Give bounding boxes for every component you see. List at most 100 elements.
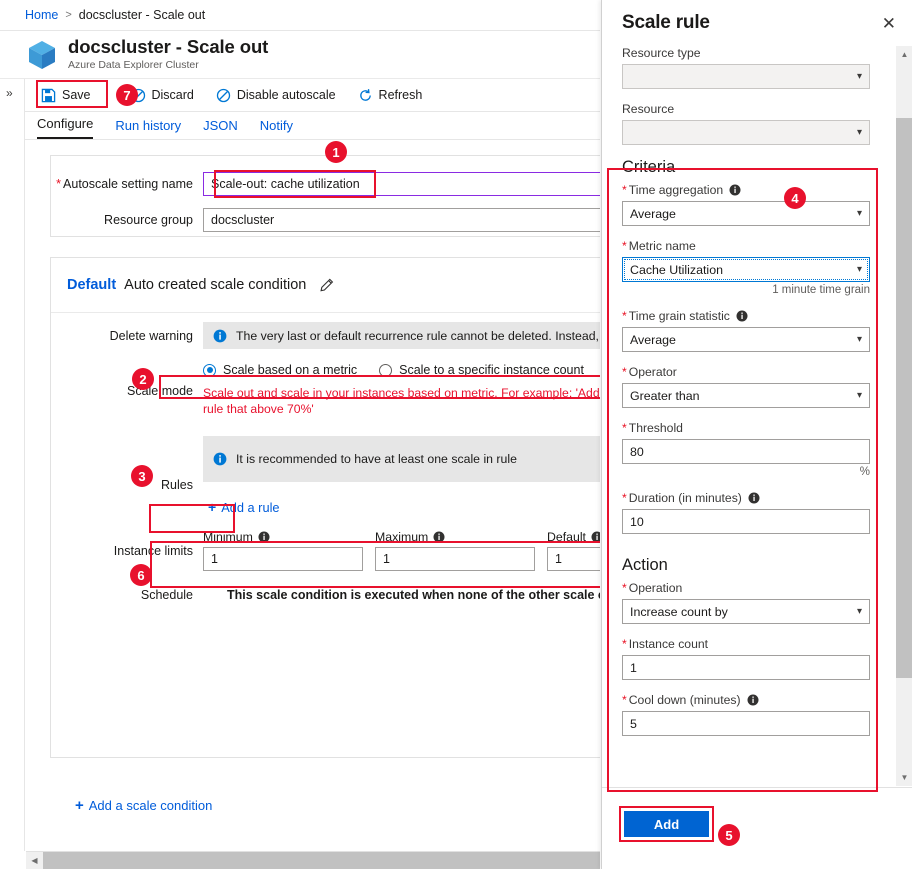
delete-warning-row: Delete warning The very last or default … (51, 322, 600, 349)
delete-warning-text: The very last or default recurrence rule… (236, 328, 600, 343)
instance-count-input[interactable]: 1 (622, 655, 870, 680)
operation-field: * Operation Increase count by ▾ (622, 581, 873, 624)
radio-scale-based-on-metric[interactable]: Scale based on a metric (203, 363, 357, 377)
required-asterisk: * (622, 637, 627, 651)
blade-title: Scale rule (622, 12, 710, 33)
callout-badge-3: 3 (131, 465, 153, 487)
command-bar: Save Discard Disable autoscale Refresh (25, 79, 600, 112)
resource-group-input[interactable]: docscluster (203, 208, 600, 232)
operation-select[interactable]: Increase count by ▾ (622, 599, 870, 624)
action-heading: Action (622, 556, 668, 574)
minimum-label: Minimum (203, 530, 363, 544)
azure-data-explorer-cube-icon (25, 38, 59, 72)
instance-limit-maximum: Maximum 1 (375, 530, 535, 571)
metric-name-field: * Metric name Cache Utilization ▾ 1 minu… (622, 239, 873, 296)
required-asterisk: * (622, 183, 627, 197)
tab-run-history[interactable]: Run history (115, 118, 181, 139)
tab-bar: Configure Run history JSON Notify (25, 112, 600, 140)
time-grain-statistic-field: * Time grain statistic Average ▾ (622, 309, 873, 352)
breadcrumb-current: docscluster - Scale out (78, 8, 206, 22)
info-icon (736, 310, 748, 322)
disable-autoscale-button[interactable]: Disable autoscale (212, 86, 340, 105)
callout-badge-5: 5 (718, 824, 740, 846)
horizontal-scrollbar[interactable]: ◀ (26, 851, 600, 869)
resource-type-field: Resource type ▾ (622, 46, 873, 89)
info-icon (258, 531, 270, 543)
threshold-input[interactable]: 80 (622, 439, 870, 464)
callout-badge-4: 4 (784, 187, 806, 209)
schedule-row: Schedule This scale condition is execute… (51, 588, 600, 602)
time-aggregation-value: Average (630, 206, 676, 221)
chevron-down-icon: ▾ (856, 605, 862, 617)
add-a-scale-condition-button[interactable]: + Add a scale condition (75, 797, 212, 814)
minimum-input[interactable]: 1 (203, 547, 363, 571)
metric-name-label: * Metric name (622, 239, 696, 253)
tab-json[interactable]: JSON (203, 118, 238, 139)
required-asterisk: * (622, 365, 627, 379)
resource-select[interactable]: ▾ (622, 120, 870, 145)
scale-mode-row: Scale mode Scale based on a metric Scale… (51, 358, 600, 417)
metric-name-select[interactable]: Cache Utilization ▾ (622, 257, 870, 282)
close-icon[interactable]: ✕ (878, 12, 900, 35)
save-label: Save (62, 88, 91, 102)
operation-label: * Operation (622, 581, 683, 595)
refresh-button[interactable]: Refresh (354, 86, 427, 105)
threshold-label: * Threshold (622, 421, 683, 435)
chevron-down-icon: ▾ (856, 126, 862, 138)
rules-info-text: It is recommended to have at least one s… (236, 452, 517, 466)
scroll-left-arrow-icon[interactable]: ◀ (26, 852, 43, 869)
rules-label: Rules (161, 478, 193, 492)
page-subtitle: Azure Data Explorer Cluster (68, 59, 199, 71)
default-input[interactable]: 1 (547, 547, 600, 571)
required-asterisk: * (622, 239, 627, 253)
operator-label: * Operator (622, 365, 677, 379)
blade-header: Scale rule ✕ (602, 0, 912, 46)
instance-limits-group: Minimum 1 Maximum 1 Default 1 (203, 530, 600, 571)
blade-scrollbar-thumb[interactable] (896, 118, 912, 678)
blade-vertical-scrollbar[interactable]: ▲ ▼ (896, 46, 912, 786)
breadcrumb-home[interactable]: Home (25, 8, 58, 22)
required-asterisk: * (622, 421, 627, 435)
scroll-down-arrow-icon[interactable]: ▼ (896, 769, 912, 786)
time-aggregation-select[interactable]: Average ▾ (622, 201, 870, 226)
expand-chevron-icon[interactable]: » (6, 86, 13, 100)
autoscale-setting-name-label: * Autoscale setting name (56, 177, 193, 191)
radio-scale-to-specific-count[interactable]: Scale to a specific instance count (379, 363, 584, 377)
add-a-rule-button[interactable]: + Add a rule (203, 496, 285, 518)
time-grain-statistic-select[interactable]: Average ▾ (622, 327, 870, 352)
add-button[interactable]: Add (624, 811, 709, 837)
autoscale-setting-name-input[interactable]: Scale-out: cache utilization (203, 172, 600, 196)
tab-notify[interactable]: Notify (260, 118, 293, 139)
chevron-down-icon: ▾ (856, 333, 862, 345)
required-asterisk: * (622, 491, 627, 505)
operator-select[interactable]: Greater than ▾ (622, 383, 870, 408)
operation-value: Increase count by (630, 604, 728, 619)
edit-pencil-icon[interactable] (318, 277, 335, 294)
default-badge: Default (67, 277, 117, 293)
instance-limits-label: Instance limits (113, 543, 193, 558)
tab-configure[interactable]: Configure (37, 116, 94, 139)
horizontal-scrollbar-thumb[interactable] (43, 852, 600, 869)
scroll-up-arrow-icon[interactable]: ▲ (896, 46, 912, 63)
resource-type-select[interactable]: ▾ (622, 64, 870, 89)
info-icon (729, 184, 741, 196)
breadcrumb: Home > docscluster - Scale out (0, 0, 600, 31)
resource-group-row: Resource group docscluster (51, 208, 600, 232)
save-button[interactable]: Save (37, 86, 95, 105)
radio-scale-to-specific-count-label: Scale to a specific instance count (399, 363, 584, 377)
cool-down-input[interactable]: 5 (622, 711, 870, 736)
add-a-rule-label: Add a rule (221, 499, 280, 515)
required-asterisk: * (622, 581, 627, 595)
info-icon (747, 694, 759, 706)
duration-input[interactable]: 10 (622, 509, 870, 534)
scale-condition-header: Default Auto created scale condition (51, 258, 600, 313)
delete-warning-infobar: The very last or default recurrence rule… (203, 322, 600, 349)
portal-main-area: Home > docscluster - Scale out docsclust… (0, 0, 600, 869)
metric-name-hint: 1 minute time grain (772, 284, 870, 296)
chevron-down-icon: ▾ (856, 70, 862, 82)
instance-limit-default: Default 1 (547, 530, 600, 571)
schedule-text: This scale condition is executed when no… (227, 588, 600, 602)
callout-badge-7: 7 (116, 84, 138, 106)
left-rail: » (0, 79, 25, 851)
maximum-input[interactable]: 1 (375, 547, 535, 571)
